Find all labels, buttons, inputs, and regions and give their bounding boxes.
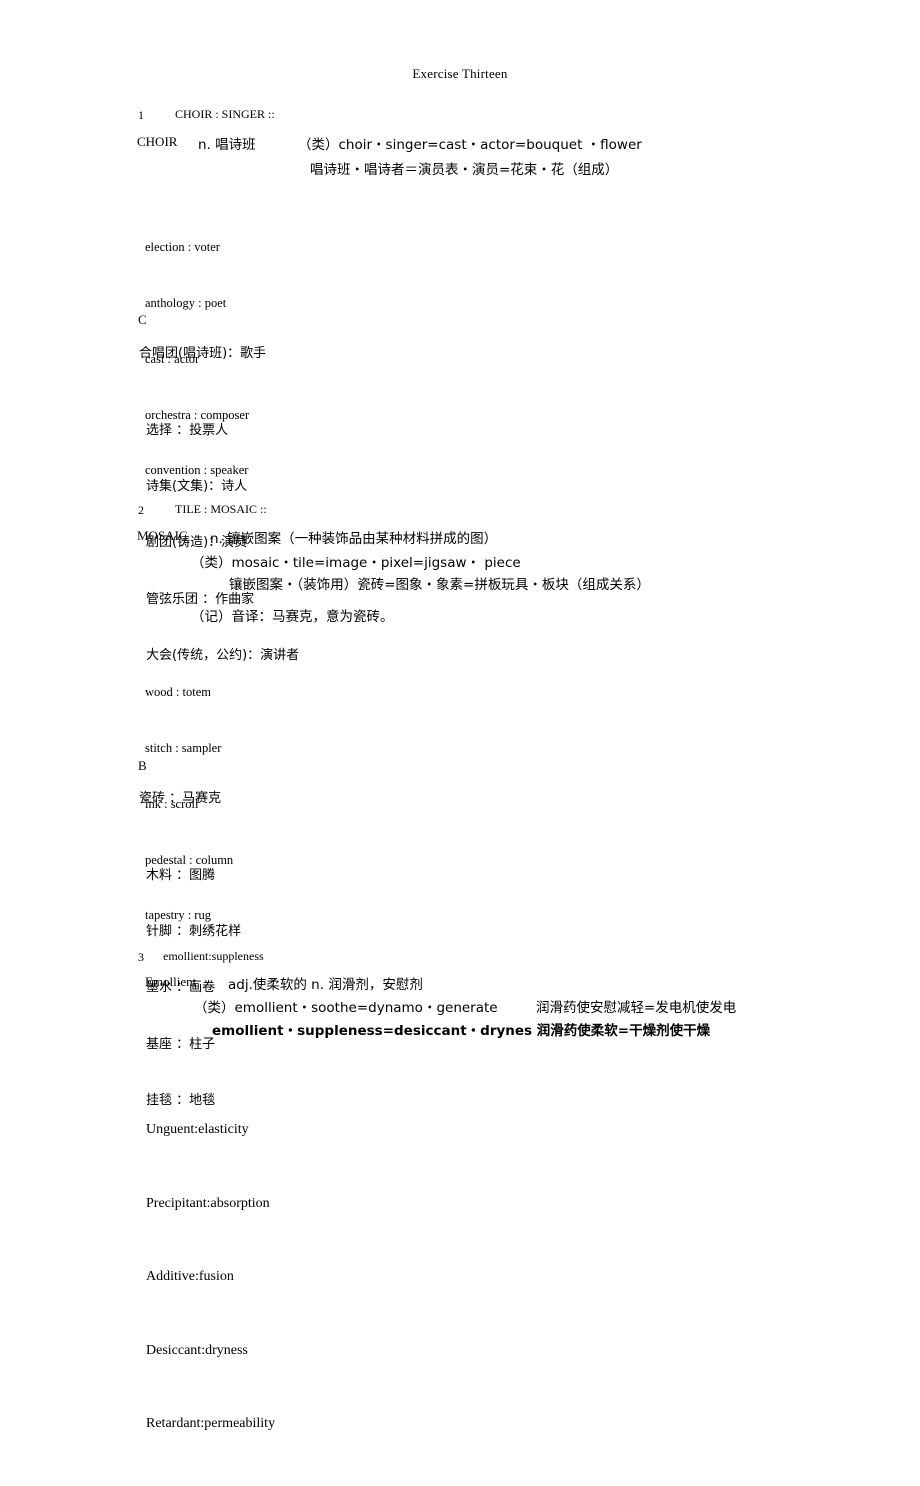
entry-2-analysis-en: （类）mosaic・tile=image・pixel=jigsaw・ piece — [191, 555, 521, 571]
entry-2-prompt: TILE : MOSAIC :: — [175, 502, 267, 516]
entry-1-prompt: CHOIR : SINGER :: — [175, 107, 275, 121]
entry-1-analysis-cn: 唱诗班・唱诗者＝演员表・演员=花束・花（组成） — [310, 162, 619, 178]
list-item: Unguent:elasticity — [146, 1122, 249, 1137]
list-item: Precipitant:absorption — [146, 1195, 270, 1211]
list-item: 针脚 ：刺绣花样 — [146, 923, 242, 939]
entry-3-options-en: Unguent:elasticity Precipitant:absorptio… — [146, 1069, 275, 1486]
entry-2-pos-gloss: n. 镶嵌图案（一种装饰品由某种材料拼成的图） — [210, 531, 498, 547]
entry-1-pos-gloss: n. 唱诗班 — [198, 137, 256, 153]
entry-3-analysis-bold: emollient・suppleness=desiccant・drynes 润滑… — [212, 1023, 711, 1039]
entry-1-headword: CHOIR — [137, 134, 178, 149]
list-item: Desiccant:dryness — [146, 1342, 248, 1358]
entry-1-number: 1 — [138, 108, 144, 122]
page-title: Exercise Thirteen — [412, 66, 508, 81]
entry-3-headword: Emollient — [145, 974, 197, 989]
document-page: Exercise Thirteen 1 CHOIR : SINGER :: CH… — [0, 0, 920, 1431]
list-item: 选择 ：投票人 — [146, 422, 229, 438]
entry-2-answer: B — [138, 758, 147, 773]
entry-3-number: 3 — [138, 950, 144, 964]
entry-2-mnemonic: （记）音译：马赛克，意为瓷砖。 — [191, 609, 394, 625]
entry-3-analysis-en: （类）emollient・soothe=dynamo・generate — [194, 1000, 498, 1016]
entry-1-answer: C — [138, 312, 147, 327]
entry-2-stem-cn: 瓷砖 ：马赛克 — [139, 791, 222, 806]
entry-2-number: 2 — [138, 503, 144, 517]
entry-3-pos-gloss: adj.使柔软的 n. 润滑剂，安慰剂 — [228, 977, 423, 993]
list-item: stitch : sampler — [145, 740, 222, 755]
list-item: 诗集(文集)：诗人 — [146, 478, 248, 494]
entry-3-analysis-en-cn: 润滑药使安慰减轻=发电机使发电 — [536, 1000, 737, 1016]
entry-2-headword: MOSAIC — [137, 528, 188, 543]
entry-2-analysis-cn: 镶嵌图案・（装饰用）瓷砖=图象・象素=拼板玩具・板块（组成关系） — [229, 577, 650, 593]
list-item: 木料 ：图腾 — [146, 867, 216, 883]
entry-1-stem-cn: 合唱团(唱诗班)：歌手 — [139, 346, 267, 361]
entry-3-prompt: emollient:suppleness — [163, 949, 264, 963]
list-item: election : voter — [145, 240, 220, 255]
entry-1-analysis-en: （类）choir・singer=cast・actor=bouquet ・flow… — [298, 137, 642, 153]
list-item: Retardant:permeability — [146, 1416, 276, 1431]
list-item: anthology : poet — [145, 295, 227, 310]
list-item: Additive:fusion — [146, 1269, 234, 1284]
list-item: wood : totem — [145, 685, 211, 700]
